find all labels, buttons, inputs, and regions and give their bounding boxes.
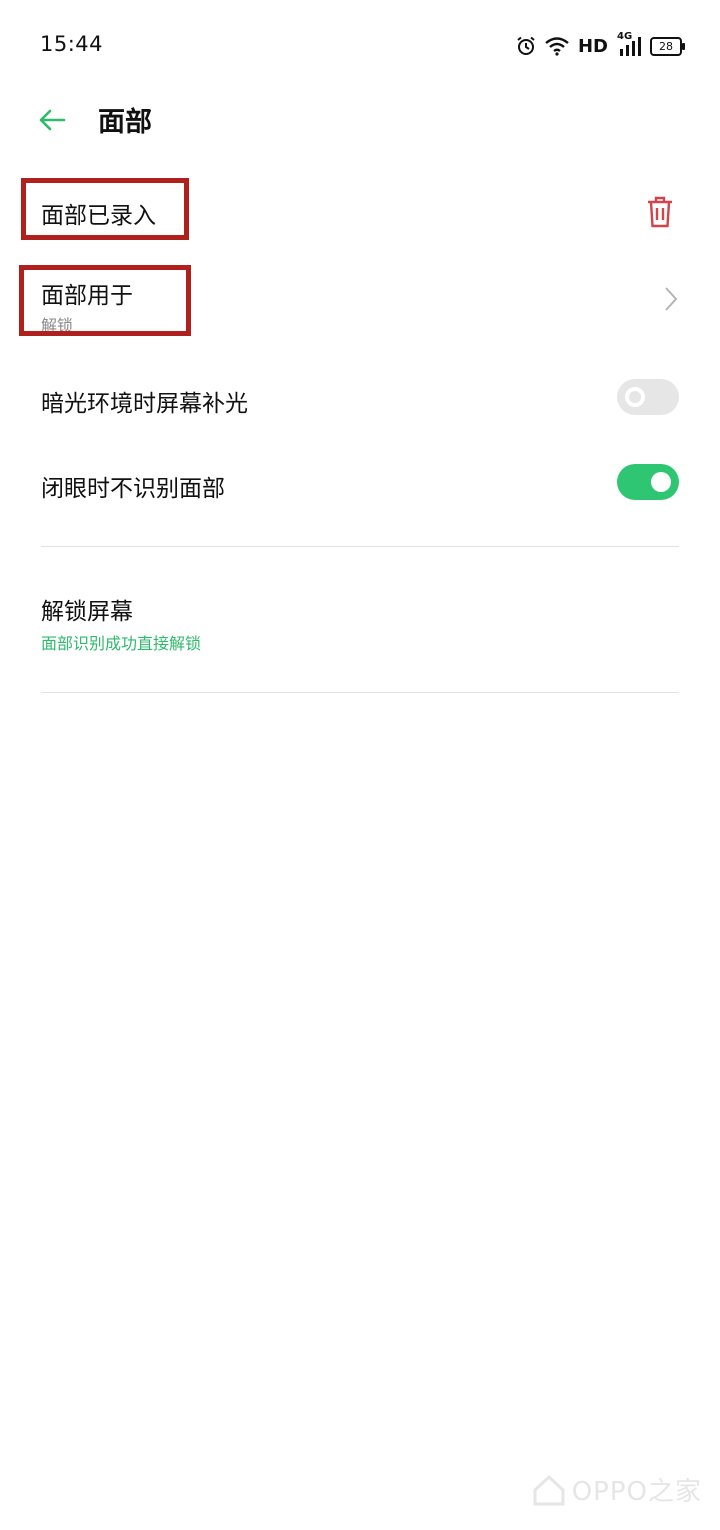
eyes-closed-toggle[interactable] [617, 464, 679, 500]
alarm-icon [516, 36, 536, 56]
section-divider [41, 546, 679, 547]
toggle-knob [625, 387, 645, 407]
screen-fill-light-label: 暗光环境时屏幕补光 [41, 391, 248, 417]
section-divider [41, 692, 679, 693]
battery-icon: 28 [650, 36, 685, 56]
eyes-closed-label: 闭眼时不识别面部 [41, 476, 225, 502]
toggle-knob [651, 472, 671, 492]
screen-fill-light-row[interactable]: 暗光环境时屏幕补光 [0, 360, 720, 436]
page-title: 面部 [98, 107, 152, 138]
eyes-closed-row[interactable]: 闭眼时不识别面部 [0, 446, 720, 522]
delete-face-button[interactable] [646, 196, 674, 228]
arrow-left-icon [39, 109, 66, 131]
back-button[interactable] [36, 104, 68, 136]
screen-fill-light-toggle[interactable] [617, 379, 679, 415]
unlock-screen-label: 解锁屏幕 [41, 599, 133, 625]
house-logo-icon [533, 1474, 565, 1505]
face-used-for-label: 面部用于 [41, 283, 133, 309]
status-bar: 15:44 HD 4G 28 [0, 0, 720, 92]
face-used-for-row[interactable]: 面部用于 解锁 [0, 262, 720, 342]
signal-icon: 4G [617, 31, 641, 57]
status-time: 15:44 [40, 32, 104, 56]
unlock-screen-row[interactable]: 解锁屏幕 面部识别成功直接解锁 [0, 572, 720, 672]
trash-icon [648, 196, 672, 228]
watermark: OPPO之家 [532, 1471, 702, 1508]
title-bar: 面部 [0, 92, 720, 148]
face-enrolled-row[interactable]: 面部已录入 [0, 178, 720, 244]
chevron-right-icon [665, 287, 678, 311]
face-enrolled-label: 面部已录入 [41, 203, 156, 229]
status-icons: HD 4G 28 [516, 31, 685, 60]
watermark-text: OPPO之家 [571, 1477, 702, 1507]
unlock-screen-description: 面部识别成功直接解锁 [41, 634, 202, 653]
hd-label: HD [577, 35, 608, 57]
face-used-for-value: 解锁 [41, 316, 74, 335]
wifi-icon [545, 36, 569, 56]
